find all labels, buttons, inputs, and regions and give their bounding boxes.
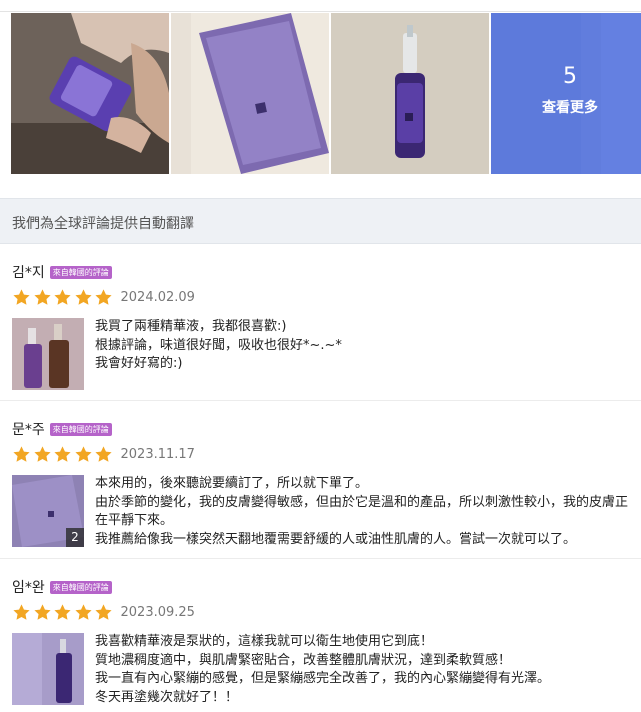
review-origin-badge: 來自韓國的評論: [49, 580, 112, 594]
review-text-line: 我會好好寫的:): [95, 356, 183, 371]
star-icon: [13, 289, 30, 305]
review-body: 我買了兩種精華液，我都很喜歡:) 根據評論，味道很好聞，吸收也很好*~.~* 我會好…: [95, 318, 635, 374]
gallery-photo-more[interactable]: 5 查看更多: [491, 13, 641, 174]
photo-gallery: 5 查看更多: [11, 13, 641, 174]
reviewer-name: 임*완: [12, 580, 45, 596]
thumb-box-and-bottle: [12, 633, 84, 705]
review-item: 문*주 來自韓國的評論 2023.11.17 2 本來用的，後來聽說要續訂了，所…: [0, 419, 641, 559]
review-text-line: 冬天再塗幾次就好了！！: [95, 689, 239, 705]
reviewer-name: 문*주: [12, 422, 45, 438]
star-rating: 2023.09.25: [12, 603, 195, 622]
star-icon: [54, 604, 71, 620]
see-more-label: 查看更多: [542, 99, 598, 116]
review-text-line: 根據評論，味道很好聞，吸收也很好*~.~*: [95, 337, 342, 353]
more-photo-count: 5: [563, 63, 577, 89]
review-text-line: 我買了兩種精華液，我都很喜歡:): [95, 319, 287, 334]
stars: [12, 603, 115, 622]
photo-product-box: [171, 13, 329, 174]
star-icon: [13, 446, 30, 462]
thumb-two-serums: [12, 318, 84, 390]
star-icon: [54, 446, 71, 462]
review-date: 2023.09.25: [120, 605, 195, 620]
review-text-line: 由於季節的變化，我的皮膚變得敏感，但由於它是溫和的產品，所以刺激性較小，我的皮膚…: [95, 494, 629, 529]
star-icon: [33, 446, 51, 462]
review-photo-thumbnail[interactable]: [12, 318, 84, 390]
star-icon: [13, 604, 30, 620]
review-text-line: 質地濃稠度適中，與肌膚緊密貼合，改善整體肌膚狀況，達到柔軟質感！: [95, 652, 512, 668]
review-text-line: 本來用的，後來聽說要續訂了，所以就下單了。: [95, 476, 369, 491]
star-icon: [95, 289, 112, 305]
review-item: 임*완 來自韓國的評論 2023.09.25 我喜歡精華液是泵狀的，這樣我就可以…: [0, 577, 641, 712]
review-photo-thumbnail[interactable]: [12, 633, 84, 705]
review-origin-badge: 來自韓國的評論: [49, 265, 112, 279]
gallery-photo-2[interactable]: [171, 13, 329, 174]
star-icon: [95, 446, 112, 462]
gallery-photo-1[interactable]: [11, 13, 169, 174]
review-date: 2024.02.09: [120, 290, 195, 305]
review-text-line: 我一直有內心緊繃的感覺，但是緊繃感完全改善了，我的內心緊繃變得有光澤。: [95, 671, 551, 686]
photo-count-badge: 2: [66, 528, 84, 547]
gallery-photo-3[interactable]: [331, 13, 489, 174]
photo-hand-holding-bottle: [11, 13, 169, 174]
review-body: 我喜歡精華液是泵狀的，這樣我就可以衛生地使用它到底！ 質地濃稠度適中，與肌膚緊密貼…: [95, 633, 635, 707]
stars: [12, 288, 115, 307]
review-origin-badge: 來自韓國的評論: [49, 422, 112, 436]
review-item: 김*지 來自韓國的評論 2024.02.09 我買了兩種精華液，我都很喜歡:) 根…: [0, 262, 641, 401]
translation-notice-text: 我們為全球評論提供自動翻譯: [12, 216, 194, 232]
top-divider: [0, 0, 641, 12]
stars: [12, 445, 115, 464]
review-body: 本來用的，後來聽說要續訂了，所以就下單了。由於季節的變化，我的皮膚變得敏感，但由…: [95, 475, 635, 549]
photo-serum-bottle: [331, 13, 489, 174]
star-icon: [74, 289, 92, 305]
star-rating: 2023.11.17: [12, 445, 195, 464]
star-icon: [54, 289, 71, 305]
star-icon: [95, 604, 112, 620]
see-more-overlay[interactable]: 5 查看更多: [491, 13, 641, 174]
star-rating: 2024.02.09: [12, 288, 195, 307]
star-icon: [74, 446, 92, 462]
review-date: 2023.11.17: [120, 447, 195, 462]
star-icon: [74, 604, 92, 620]
star-icon: [33, 289, 51, 305]
translation-notice: 我們為全球評論提供自動翻譯: [0, 198, 641, 244]
reviewer-name: 김*지: [12, 265, 45, 281]
review-text-line: 我喜歡精華液是泵狀的，這樣我就可以衛生地使用它到底！: [95, 634, 434, 649]
star-icon: [33, 604, 51, 620]
review-text-line: 我推薦給像我一樣突然天翻地覆需要舒緩的人或油性肌膚的人。嘗試一次就可以了。: [95, 531, 577, 547]
review-photo-thumbnail[interactable]: 2: [12, 475, 84, 547]
